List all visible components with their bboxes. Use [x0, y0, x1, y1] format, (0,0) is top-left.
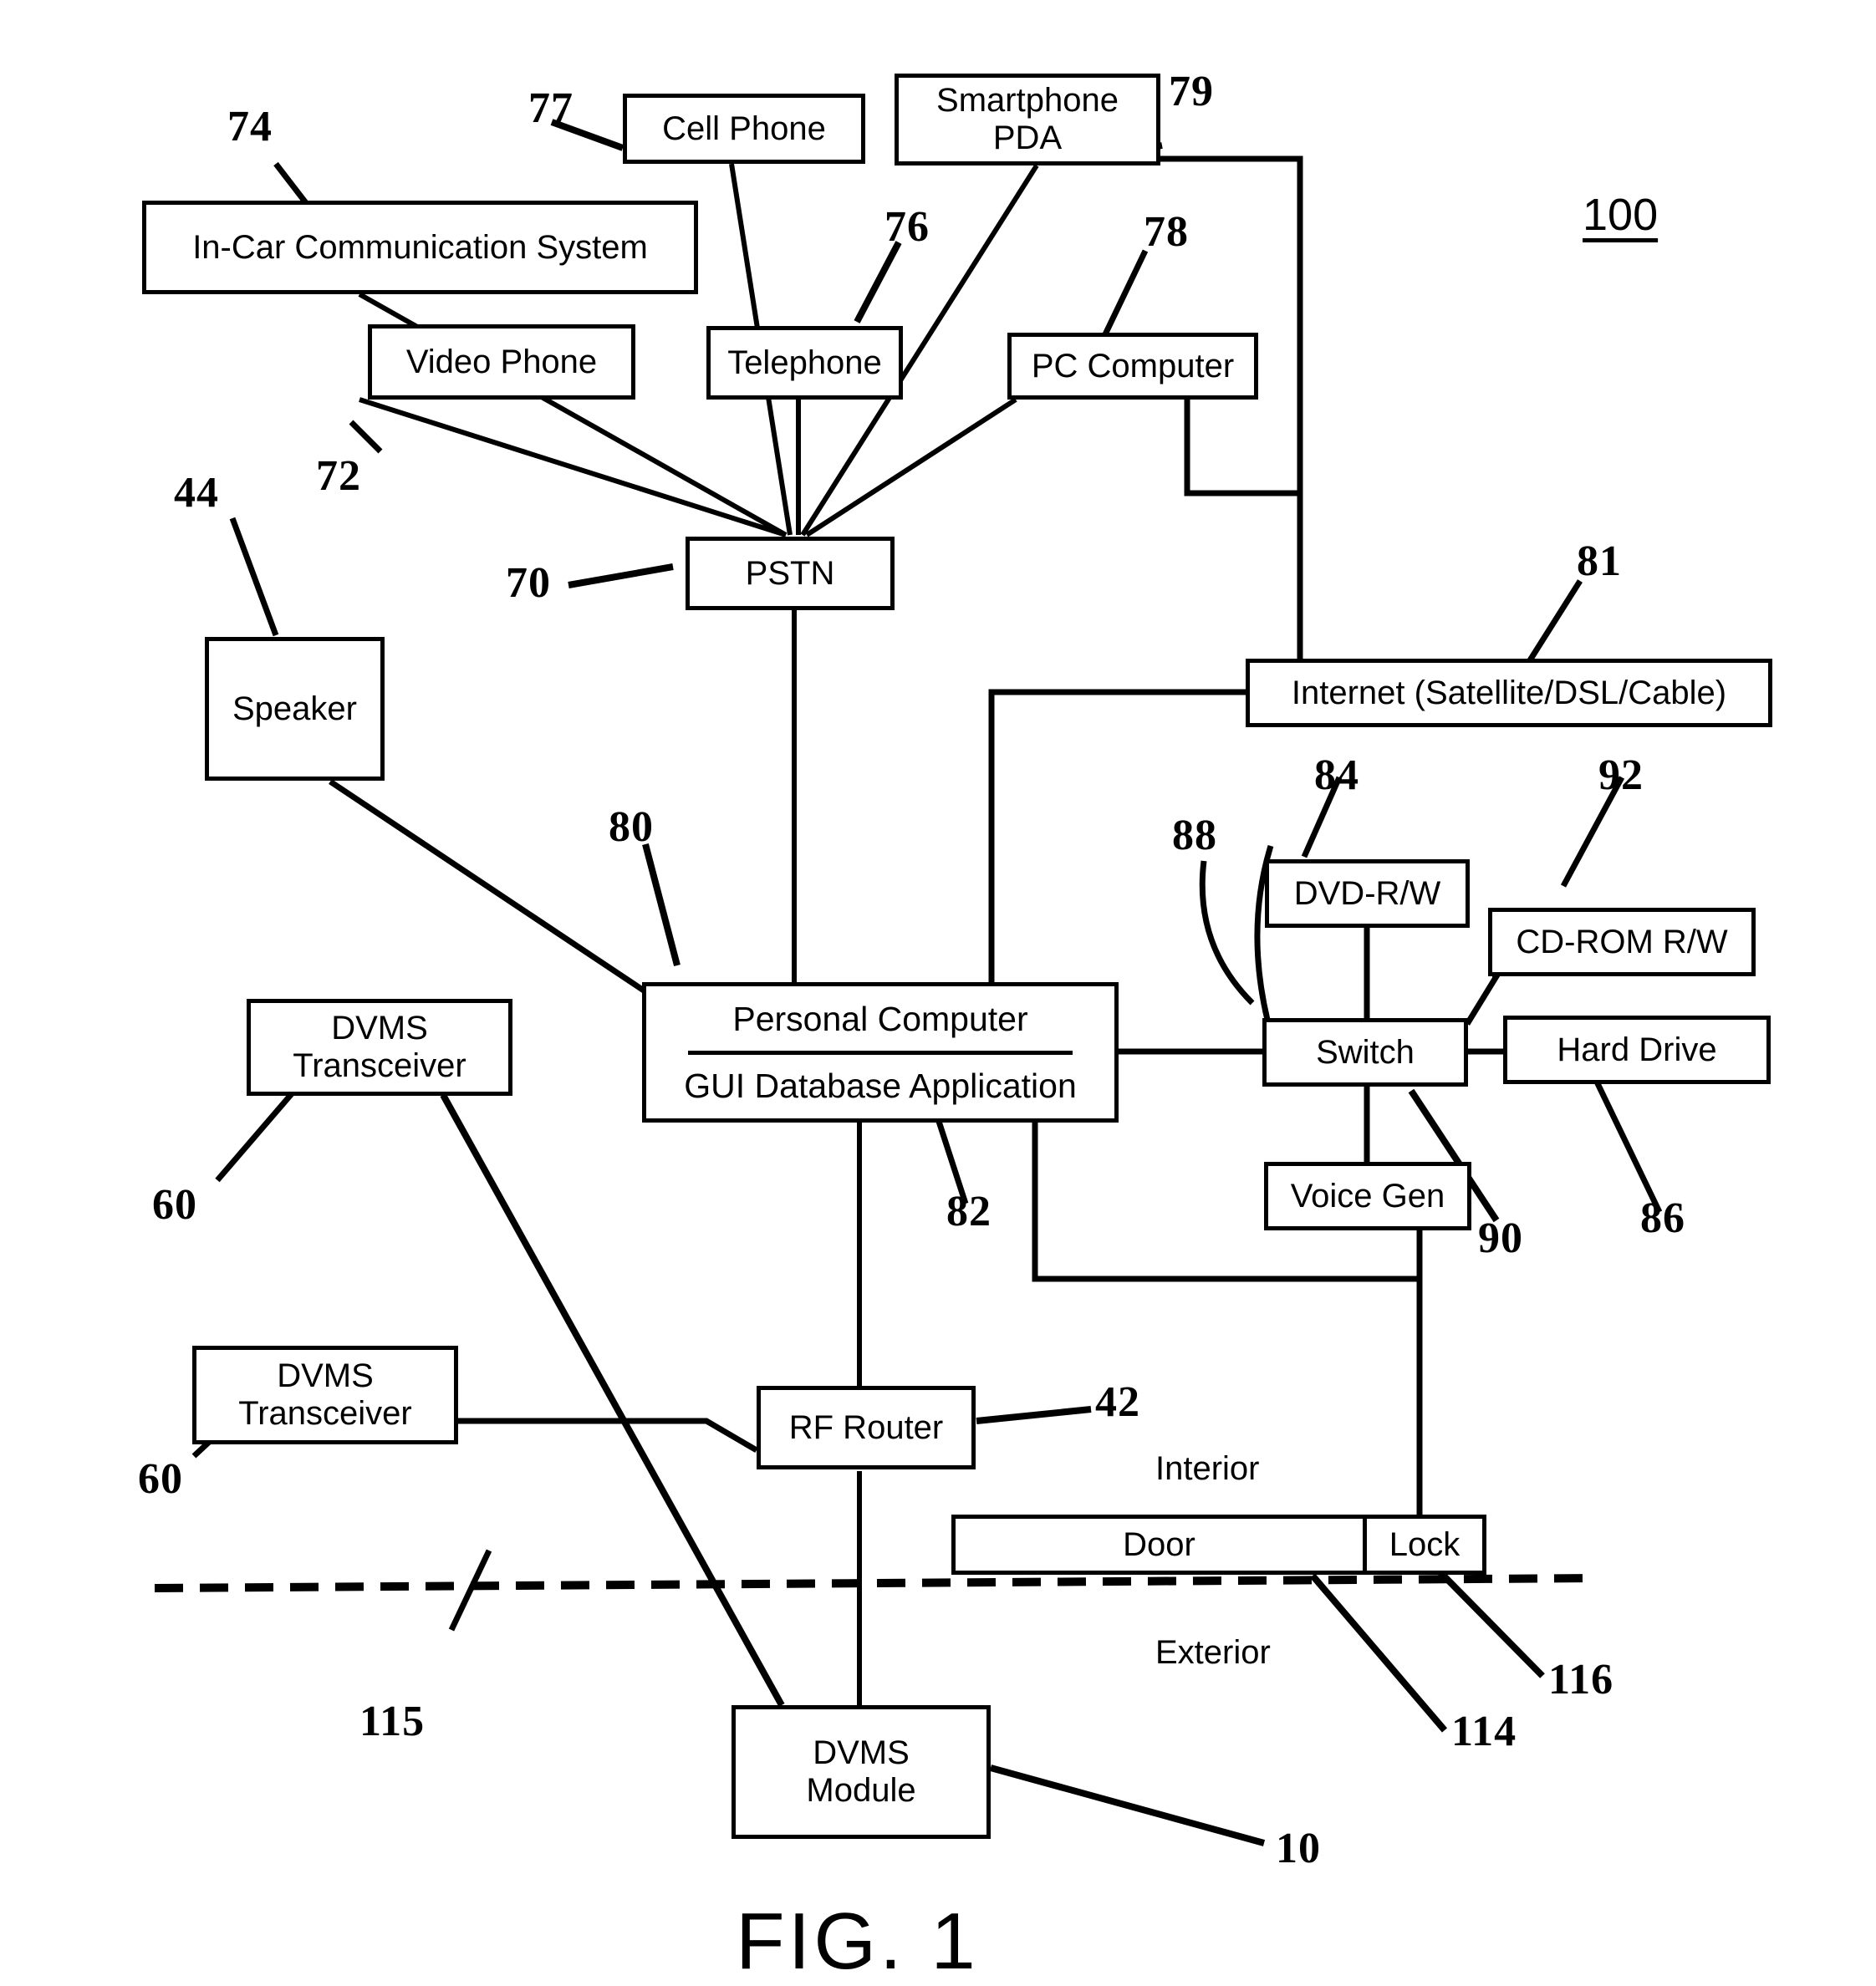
- ref-92: 92: [1598, 751, 1644, 799]
- node-label-line2: Transceiver: [293, 1047, 466, 1084]
- node-dvms-module[interactable]: DVMS Module: [732, 1705, 991, 1839]
- ref-115: 115: [359, 1698, 426, 1745]
- node-label: PSTN: [745, 554, 835, 592]
- node-label-line1: DVMS: [331, 1010, 428, 1047]
- node-label: Telephone: [727, 344, 882, 381]
- node-label: Switch: [1316, 1033, 1415, 1071]
- node-cell-phone[interactable]: Cell Phone: [623, 94, 865, 164]
- node-label-line2: Module: [806, 1772, 916, 1809]
- node-voice-gen[interactable]: Voice Gen: [1264, 1162, 1471, 1230]
- node-label: Door: [1123, 1525, 1195, 1563]
- ref-44: 44: [174, 469, 219, 517]
- ref-90: 90: [1478, 1215, 1523, 1262]
- node-pc-computer[interactable]: PC Computer: [1007, 333, 1258, 400]
- ref-74: 74: [227, 103, 273, 150]
- ref-78: 78: [1144, 208, 1189, 256]
- node-label: In-Car Communication System: [192, 228, 648, 266]
- label-interior: Interior: [1155, 1450, 1260, 1487]
- ref-42: 42: [1095, 1378, 1140, 1426]
- node-hard-drive[interactable]: Hard Drive: [1503, 1016, 1771, 1084]
- node-label-line2: PDA: [992, 120, 1063, 156]
- node-dvms-transceiver-lower[interactable]: DVMS Transceiver: [192, 1346, 458, 1444]
- ref-84: 84: [1314, 751, 1359, 799]
- divider: [688, 1050, 1073, 1055]
- node-smartphone-pda[interactable]: Smartphone PDA: [895, 74, 1160, 166]
- node-label: PC Computer: [1031, 347, 1235, 384]
- node-video-phone[interactable]: Video Phone: [368, 324, 635, 400]
- label-exterior: Exterior: [1155, 1634, 1271, 1671]
- ref-116: 116: [1548, 1656, 1614, 1703]
- node-label: DVD-R/W: [1293, 874, 1441, 912]
- ref-81: 81: [1577, 537, 1622, 585]
- node-lock[interactable]: Lock: [1363, 1515, 1486, 1575]
- figure-caption: FIG. 1: [736, 1897, 979, 1986]
- ref-114: 114: [1451, 1708, 1517, 1755]
- ref-88: 88: [1172, 812, 1217, 859]
- node-label-line1: DVMS: [277, 1357, 374, 1395]
- node-label-line1: DVMS: [813, 1734, 910, 1772]
- ref-72: 72: [316, 452, 361, 500]
- node-telephone[interactable]: Telephone: [706, 326, 903, 400]
- node-label-gui-database-application: GUI Database Application: [684, 1066, 1077, 1105]
- figure-canvas: In-Car Communication System Cell Phone S…: [0, 0, 1876, 1986]
- node-dvms-transceiver-upper[interactable]: DVMS Transceiver: [247, 999, 512, 1096]
- node-rf-router[interactable]: RF Router: [757, 1386, 976, 1469]
- ref-82: 82: [946, 1188, 992, 1235]
- node-label: Internet (Satellite/DSL/Cable): [1291, 674, 1727, 711]
- ref-60-upper: 60: [152, 1181, 197, 1229]
- node-in-car-communication-system[interactable]: In-Car Communication System: [142, 201, 698, 294]
- node-label: Voice Gen: [1290, 1177, 1445, 1215]
- door-lock-assembly: Door Lock: [951, 1515, 1486, 1575]
- ref-76: 76: [884, 203, 930, 251]
- node-door[interactable]: Door: [951, 1515, 1367, 1575]
- ref-60-lower: 60: [138, 1455, 183, 1503]
- node-pstn[interactable]: PSTN: [686, 537, 895, 610]
- ref-10: 10: [1276, 1825, 1321, 1872]
- node-label: RF Router: [788, 1408, 944, 1446]
- node-label: Lock: [1389, 1525, 1461, 1563]
- node-speaker[interactable]: Speaker: [205, 637, 385, 781]
- node-label-line2: Transceiver: [238, 1395, 412, 1432]
- node-cdrom-rw[interactable]: CD-ROM R/W: [1488, 908, 1756, 976]
- node-label-line1: Smartphone: [936, 82, 1119, 120]
- node-label: Video Phone: [405, 343, 598, 380]
- node-label: Cell Phone: [662, 109, 826, 147]
- node-internet[interactable]: Internet (Satellite/DSL/Cable): [1246, 659, 1772, 727]
- node-personal-computer[interactable]: Personal Computer GUI Database Applicati…: [642, 982, 1119, 1123]
- ref-80: 80: [609, 803, 654, 851]
- node-label-personal-computer: Personal Computer: [732, 999, 1028, 1038]
- ref-79: 79: [1169, 68, 1214, 115]
- node-label: Hard Drive: [1557, 1031, 1717, 1068]
- ref-86: 86: [1640, 1194, 1685, 1242]
- system-reference-tag: 100: [1583, 190, 1659, 240]
- node-dvd-rw[interactable]: DVD-R/W: [1265, 859, 1470, 928]
- ref-70: 70: [506, 559, 551, 607]
- node-switch[interactable]: Switch: [1262, 1018, 1468, 1087]
- node-label: Speaker: [232, 690, 357, 727]
- node-label: CD-ROM R/W: [1516, 923, 1728, 960]
- ref-77: 77: [528, 84, 574, 132]
